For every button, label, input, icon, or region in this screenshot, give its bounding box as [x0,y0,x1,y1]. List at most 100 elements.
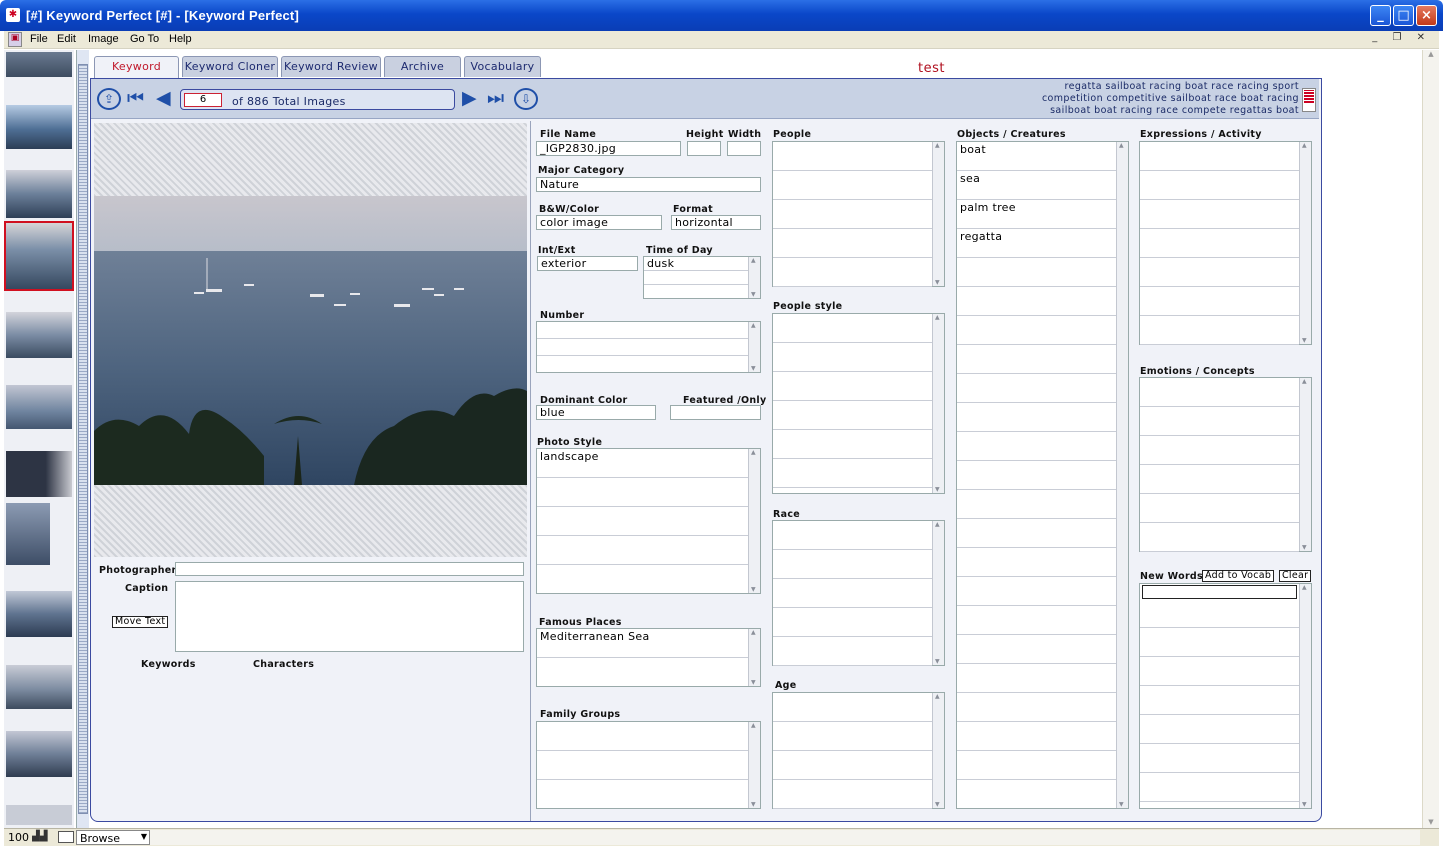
list-item[interactable] [644,285,748,299]
scrollbar[interactable] [748,322,760,372]
list-item[interactable] [957,490,1116,519]
tab-archive[interactable]: Archive [384,56,461,77]
emotions-concepts-list[interactable] [1139,377,1312,552]
scrollbar[interactable] [748,257,760,298]
window-vertical-scrollbar[interactable]: ▲ ▼ [1422,50,1439,828]
menu-help[interactable]: Help [169,33,192,45]
list-item[interactable] [1140,599,1299,628]
people-style-list[interactable] [772,313,945,494]
thumbnail[interactable] [6,312,72,358]
expressions-activity-list[interactable] [1139,141,1312,345]
list-item[interactable] [1140,465,1299,494]
list-item[interactable]: regatta [957,229,1116,258]
list-item[interactable] [957,722,1116,751]
list-item[interactable] [957,461,1116,490]
list-item[interactable] [1140,229,1299,258]
tab-keyword-entry[interactable]: Keyword Entry [94,56,179,93]
major-category-input[interactable]: Nature [536,177,761,192]
scrollbar[interactable] [1299,584,1311,808]
thumbnail[interactable] [6,385,72,429]
list-item[interactable]: boat [957,142,1116,171]
people-list[interactable] [772,141,945,287]
import-icon[interactable]: ⇪ [97,88,121,110]
list-item[interactable]: palm tree [957,200,1116,229]
bw-color-input[interactable]: color image [536,215,662,230]
list-item[interactable] [773,608,932,637]
race-list[interactable] [772,520,945,666]
thumbnail[interactable] [6,105,72,149]
height-input[interactable] [687,141,721,156]
record-index-input[interactable]: 6 [184,93,222,107]
tags-scroll[interactable] [1302,88,1316,112]
list-item[interactable] [1140,773,1299,802]
first-record-icon[interactable]: ⏮ [127,88,144,108]
list-item[interactable] [537,478,748,507]
scroll-thumb[interactable] [78,64,88,814]
list-item[interactable] [957,316,1116,345]
list-item[interactable] [773,372,932,401]
scrollbar[interactable] [1299,378,1311,551]
thumbnail-selected[interactable] [4,221,74,291]
tab-keyword-review[interactable]: Keyword Review [281,56,381,77]
list-item[interactable] [957,345,1116,374]
tab-vocabulary[interactable]: Vocabulary [464,56,541,77]
list-item[interactable] [1140,744,1299,773]
scrollbar[interactable] [932,314,944,493]
list-item[interactable] [957,693,1116,722]
list-item[interactable]: landscape [537,449,748,478]
list-item[interactable] [1140,200,1299,229]
list-item[interactable] [773,637,932,666]
next-record-icon[interactable]: ▶ [462,88,477,108]
thumbnail[interactable] [6,591,72,637]
list-item[interactable] [957,403,1116,432]
thumbnail[interactable] [6,731,72,777]
list-item[interactable]: sea [957,171,1116,200]
list-item[interactable] [773,171,932,200]
list-item[interactable] [773,430,932,459]
list-item[interactable] [773,459,932,488]
dominant-color-input[interactable]: blue [536,405,656,420]
age-list[interactable] [772,692,945,809]
famous-places-list[interactable]: Mediterranean Sea [536,628,761,687]
list-item[interactable] [537,507,748,536]
thumbnail-strip[interactable] [4,50,74,828]
menu-image[interactable]: Image [88,33,119,45]
list-item[interactable] [957,548,1116,577]
caption-input[interactable] [175,581,524,652]
list-item[interactable] [957,258,1116,287]
width-input[interactable] [727,141,761,156]
list-item[interactable] [773,693,932,722]
list-item[interactable] [1140,494,1299,523]
scrollbar[interactable] [932,693,944,808]
list-item[interactable] [773,751,932,780]
menu-goto[interactable]: Go To [130,33,159,45]
list-item[interactable] [1140,628,1299,657]
thumbnail[interactable] [6,805,72,825]
list-item[interactable] [537,322,748,339]
export-icon[interactable]: ⇩ [514,88,538,110]
photo-preview[interactable] [94,196,527,485]
list-item[interactable] [773,142,932,171]
list-item[interactable] [773,343,932,372]
minimize-button[interactable]: _ [1370,5,1391,26]
list-item[interactable] [957,432,1116,461]
list-item[interactable] [773,521,932,550]
list-item[interactable] [773,579,932,608]
list-item[interactable] [1140,142,1299,171]
maximize-button[interactable]: □ [1393,5,1414,26]
list-item[interactable] [1140,287,1299,316]
list-item[interactable] [537,722,748,751]
menu-edit[interactable]: Edit [57,33,76,45]
document-icon[interactable]: ▣ [8,32,22,47]
mdi-window-controls[interactable]: _ ❐ ✕ [1372,32,1431,43]
list-item[interactable] [537,339,748,356]
thumbnail[interactable] [6,52,72,77]
list-item[interactable] [957,287,1116,316]
list-item[interactable] [1140,171,1299,200]
thumbnail[interactable] [6,170,72,218]
list-item[interactable] [957,664,1116,693]
scrollbar[interactable] [932,521,944,665]
new-words-list[interactable] [1139,583,1312,809]
list-item[interactable] [957,635,1116,664]
list-item[interactable] [1140,686,1299,715]
